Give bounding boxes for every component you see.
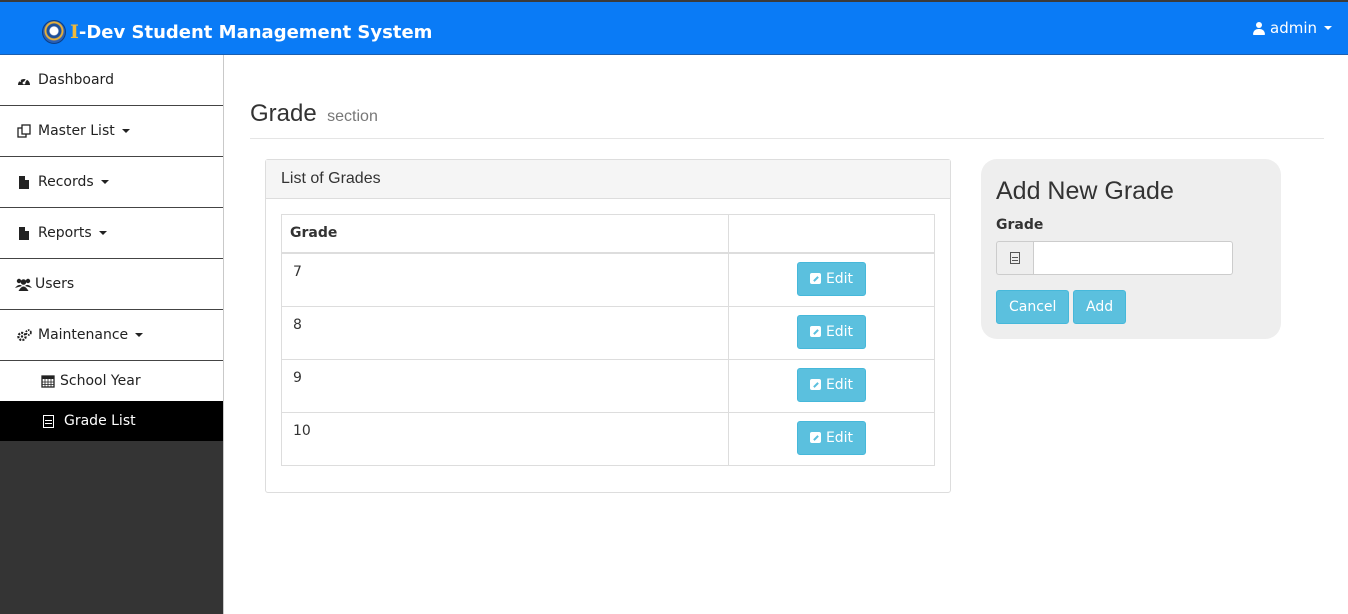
edit-button-label: Edit — [825, 323, 854, 340]
edit-button-label: Edit — [825, 376, 854, 393]
table-row: 10 Edit — [281, 411, 935, 466]
calendar-icon — [40, 374, 56, 388]
edit-button[interactable]: Edit — [796, 420, 867, 455]
edit-icon — [809, 273, 821, 284]
column-header-grade: Grade — [281, 214, 729, 254]
file-icon — [16, 226, 32, 240]
sidebar-item-master-list[interactable]: Master List — [0, 106, 223, 157]
table-header-row: Grade — [281, 214, 935, 254]
sidebar-subitem-grade-list[interactable]: Grade List — [0, 401, 223, 441]
caret-down-icon — [98, 231, 107, 235]
table-row: 7 Edit — [281, 252, 935, 307]
school-logo-icon — [42, 20, 66, 44]
cancel-button[interactable]: Cancel — [996, 290, 1070, 324]
file-text-icon — [40, 414, 56, 428]
brand[interactable]: I -Dev Student Management System — [42, 20, 432, 44]
grade-cell: 8 — [281, 305, 729, 360]
caret-down-icon — [135, 333, 144, 337]
grade-input[interactable] — [1033, 241, 1233, 275]
sidebar-item-users[interactable]: Users — [0, 259, 223, 310]
brand-title: -Dev Student Management System — [78, 21, 433, 43]
cogs-icon — [16, 328, 32, 342]
grades-table: Grade 7 Edit 8 Edit 9 Edit 10 Edit — [281, 214, 935, 466]
sidebar-item-dashboard[interactable]: Dashboard — [0, 55, 223, 106]
panel-heading: List of Grades — [266, 160, 950, 199]
add-grade-form: Add New Grade Grade Cancel Add — [981, 159, 1281, 339]
add-grade-title: Add New Grade — [996, 177, 1174, 205]
column-header-actions — [728, 214, 935, 254]
add-button[interactable]: Add — [1073, 290, 1127, 324]
user-menu-label: admin — [1270, 19, 1317, 37]
sidebar-item-label: Dashboard — [38, 72, 114, 88]
caret-down-icon — [121, 129, 130, 133]
caret-down-icon — [100, 180, 109, 184]
sidebar: Dashboard Master List Records Reports Us… — [0, 55, 224, 614]
table-row: 8 Edit — [281, 305, 935, 360]
grade-field-label: Grade — [996, 217, 1044, 233]
page-header: Grade section — [250, 100, 1324, 139]
edit-button-label: Edit — [825, 270, 854, 287]
sidebar-item-label: Grade List — [64, 413, 136, 429]
grade-cell: 7 — [281, 252, 729, 307]
sidebar-item-label: Records — [38, 174, 94, 190]
dashboard-icon — [16, 74, 32, 86]
table-row: 9 Edit — [281, 358, 935, 413]
edit-icon — [809, 379, 821, 390]
sidebar-item-label: Users — [35, 276, 75, 292]
users-icon — [14, 278, 32, 291]
file-text-icon — [996, 241, 1033, 275]
sidebar-item-label: Maintenance — [38, 327, 129, 343]
sidebar-subitem-school-year[interactable]: School Year — [0, 361, 223, 401]
edit-icon — [809, 326, 821, 337]
sidebar-item-reports[interactable]: Reports — [0, 208, 223, 259]
grade-cell: 9 — [281, 358, 729, 413]
sidebar-item-records[interactable]: Records — [0, 157, 223, 208]
grades-panel: List of Grades Grade 7 Edit 8 Edit 9 Edi… — [265, 159, 951, 493]
edit-button-label: Edit — [825, 429, 854, 446]
copy-icon — [16, 124, 32, 138]
user-menu-dropdown[interactable]: admin — [1253, 19, 1332, 37]
grade-input-group — [996, 241, 1233, 275]
page-title: Grade — [250, 100, 317, 127]
top-navbar: I -Dev Student Management System admin — [0, 0, 1348, 55]
sidebar-item-maintenance[interactable]: Maintenance — [0, 310, 223, 361]
brand-initial: I — [70, 21, 79, 43]
sidebar-item-label: Reports — [38, 225, 92, 241]
sidebar-item-label: School Year — [60, 373, 141, 389]
user-icon — [1253, 21, 1265, 35]
edit-button[interactable]: Edit — [796, 367, 867, 402]
caret-down-icon — [1324, 26, 1332, 30]
grade-cell: 10 — [281, 411, 729, 466]
sidebar-item-label: Master List — [38, 123, 115, 139]
edit-button[interactable]: Edit — [796, 314, 867, 349]
page-subtitle: section — [327, 108, 378, 125]
edit-button[interactable]: Edit — [796, 261, 867, 296]
edit-icon — [809, 432, 821, 443]
file-icon — [16, 175, 32, 189]
